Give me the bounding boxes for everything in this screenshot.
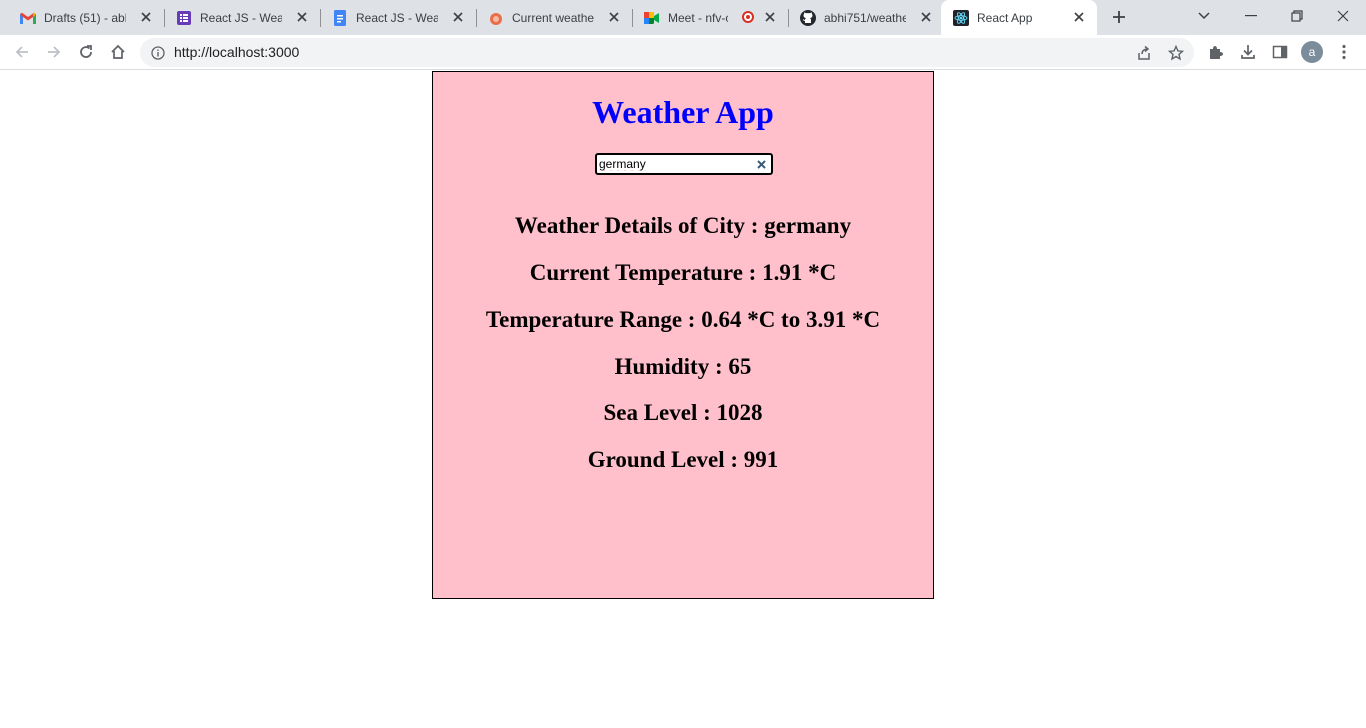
app-title: Weather App	[592, 94, 774, 130]
side-panel-icon[interactable]	[1268, 40, 1292, 64]
tab-openweather[interactable]: Current weather	[468, 0, 632, 35]
city-search-input[interactable]	[599, 157, 749, 171]
close-icon[interactable]	[450, 9, 466, 25]
ground-level: Ground Level : 991	[587, 447, 779, 472]
react-icon	[953, 9, 969, 26]
forms-icon	[176, 10, 192, 26]
close-icon[interactable]	[1071, 9, 1087, 25]
address-url[interactable]: http://localhost:3000	[174, 45, 299, 60]
tab-forms[interactable]: React JS - Weathe	[156, 0, 320, 35]
extensions-puzzle-icon[interactable]	[1204, 40, 1228, 64]
temperature-range: Temperature Range : 0.64 *C to 3.91 *C	[485, 307, 881, 332]
humidity: Humidity : 65	[614, 354, 752, 379]
tab-search-icon[interactable]	[1181, 0, 1227, 32]
tab-github[interactable]: abhi751/weather	[780, 0, 944, 35]
tab-strip: Drafts (51) - abhi React JS - Weathe Rea…	[0, 0, 1366, 35]
tab-title: Current weather	[512, 10, 594, 25]
menu-kebab-icon[interactable]	[1332, 40, 1356, 64]
docs-icon	[332, 9, 348, 26]
restore-icon[interactable]	[1274, 0, 1320, 32]
info-icon[interactable]	[150, 45, 165, 60]
tab-meet[interactable]: Meet - nfv-cy	[624, 0, 788, 35]
tab-title: Drafts (51) - abhi	[44, 10, 126, 25]
github-icon	[800, 9, 816, 26]
tab-title: Meet - nfv-cy	[668, 10, 728, 25]
openweather-icon	[488, 10, 504, 26]
close-icon[interactable]	[606, 9, 622, 25]
address-bar[interactable]: http://localhost:3000	[140, 38, 1194, 67]
current-temperature: Current Temperature : 1.91 *C	[529, 260, 837, 285]
back-arrow-icon[interactable]	[10, 40, 34, 64]
tab-title: React JS - Weathe	[356, 10, 438, 25]
tab-docs[interactable]: React JS - Weathe	[312, 0, 476, 35]
gmail-icon	[20, 10, 36, 26]
download-icon[interactable]	[1236, 40, 1260, 64]
new-tab-icon[interactable]	[1108, 6, 1130, 28]
minimize-icon[interactable]	[1228, 0, 1274, 32]
bookmark-star-icon[interactable]	[1166, 43, 1186, 63]
close-icon[interactable]	[138, 9, 154, 25]
tab-gmail[interactable]: Drafts (51) - abhi	[0, 0, 164, 35]
home-icon[interactable]	[106, 40, 130, 64]
close-icon[interactable]	[762, 9, 778, 25]
forward-arrow-icon[interactable]	[42, 40, 66, 64]
tab-title: abhi751/weather	[824, 10, 906, 25]
city-search-box[interactable]	[595, 153, 773, 175]
recording-icon	[742, 11, 754, 23]
window-close-icon[interactable]	[1320, 0, 1366, 32]
city-detail: Weather Details of City : germany	[514, 213, 852, 238]
browser-toolbar: http://localhost:3000	[0, 35, 1366, 70]
weather-app-card: Weather App Weather Details of City : ge…	[432, 71, 934, 599]
meet-icon	[644, 10, 660, 26]
profile-avatar[interactable]: a	[1301, 41, 1323, 63]
reload-icon[interactable]	[74, 40, 98, 64]
share-icon[interactable]	[1134, 43, 1154, 63]
tab-react-app[interactable]: React App	[941, 0, 1097, 35]
sea-level: Sea Level : 1028	[603, 400, 763, 425]
close-icon[interactable]	[294, 9, 310, 25]
close-icon[interactable]	[918, 9, 934, 25]
tab-title: React App	[977, 10, 1033, 25]
tab-title: React JS - Weathe	[200, 10, 282, 25]
clear-search-icon[interactable]	[755, 158, 767, 170]
